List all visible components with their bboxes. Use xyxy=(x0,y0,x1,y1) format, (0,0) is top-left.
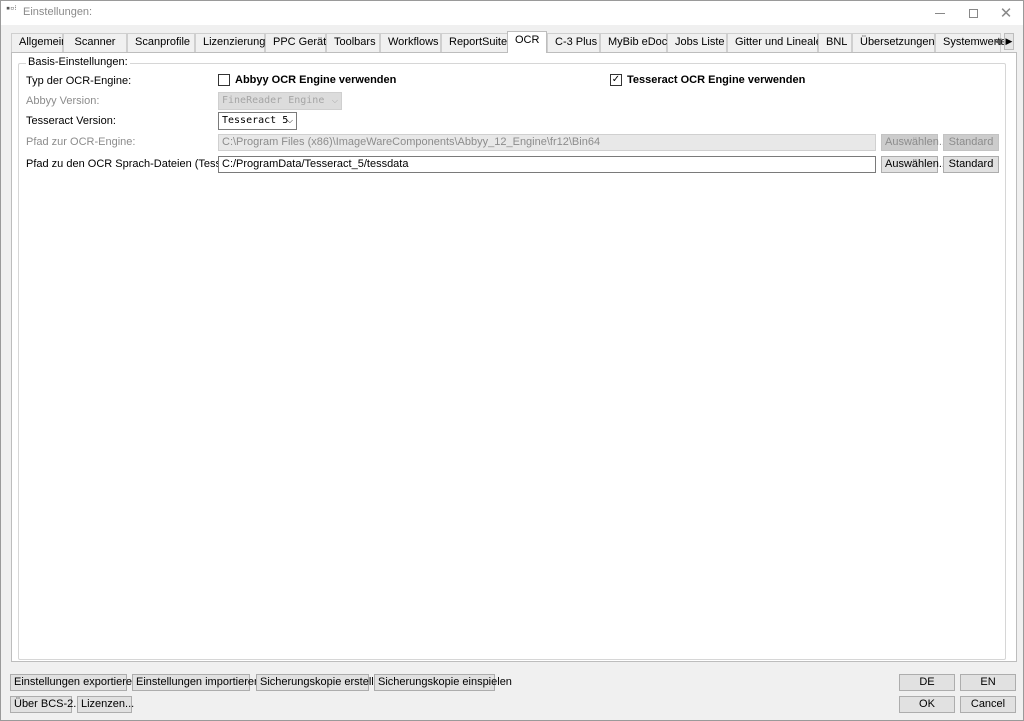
tesseract-version-select[interactable]: Tesseract 5 ⌵ xyxy=(218,112,297,130)
tesseract-checkbox-row[interactable]: ✓ Tesseract OCR Engine verwenden xyxy=(610,74,805,86)
lang-path-browse-button[interactable]: Auswählen... xyxy=(881,156,948,173)
basis-settings-group xyxy=(18,63,1006,660)
abbyy-checkbox-label: Abbyy OCR Engine verwenden xyxy=(235,74,397,86)
language-en-button[interactable]: EN xyxy=(960,674,1016,691)
ocr-tab-panel: Basis-Einstellungen: Typ der OCR-Engine:… xyxy=(11,52,1017,662)
tab-gitter-und-lineale[interactable]: Gitter und Lineale xyxy=(727,33,822,52)
tab-scanprofile[interactable]: Scanprofile xyxy=(127,33,195,52)
window-title: Einstellungen: xyxy=(23,6,93,18)
tab-ocr[interactable]: OCR xyxy=(507,31,547,53)
cancel-button[interactable]: Cancel xyxy=(960,696,1016,713)
group-title: Basis-Einstellungen: xyxy=(26,56,130,68)
tab-reportsuite[interactable]: ReportSuite xyxy=(441,33,509,52)
licenses-button[interactable]: Lizenzen... xyxy=(77,696,134,713)
settings-window: ▪▫⁝ Einstellungen: ✕ Allgemein Scanner S… xyxy=(0,0,1024,721)
tab-bnl[interactable]: BNL xyxy=(818,33,852,52)
tab-uebersetzungen[interactable]: Übersetzungen xyxy=(852,33,935,52)
tab-systemwerte[interactable]: Systemwerte xyxy=(935,33,1007,52)
tesseract-version-value: Tesseract 5 xyxy=(222,115,289,126)
ok-button[interactable]: OK xyxy=(899,696,955,713)
engine-path-standard-button[interactable]: Standard xyxy=(943,134,999,151)
about-button[interactable]: Über BCS-2... xyxy=(10,696,82,713)
tab-mybib-edoc[interactable]: MyBib eDoc xyxy=(600,33,667,52)
minimize-icon xyxy=(935,12,945,14)
language-de-button[interactable]: DE xyxy=(899,674,955,691)
import-settings-button[interactable]: Einstellungen importieren... xyxy=(132,674,269,691)
tab-jobs-liste[interactable]: Jobs Liste xyxy=(667,33,727,52)
tab-allgemein[interactable]: Allgemein xyxy=(11,33,67,52)
minimize-button[interactable] xyxy=(923,1,957,25)
create-backup-button[interactable]: Sicherungskopie erstellen xyxy=(256,674,386,691)
maximize-icon xyxy=(968,8,978,18)
tab-ppc-geraet[interactable]: PPC Gerät xyxy=(265,33,326,52)
lang-path-standard-button[interactable]: Standard xyxy=(943,156,999,173)
tab-lizenzierung[interactable]: Lizenzierung xyxy=(195,33,265,52)
tab-scroll-left-icon[interactable]: ◀ xyxy=(993,33,1003,50)
tesseract-version-label: Tesseract Version: xyxy=(26,115,116,127)
restore-backup-button[interactable]: Sicherungskopie einspielen xyxy=(374,674,512,691)
tab-workflows[interactable]: Workflows xyxy=(380,33,441,52)
engine-path-browse-button[interactable]: Auswählen... xyxy=(881,134,948,151)
abbyy-version-label: Abbyy Version: xyxy=(26,95,100,107)
tesseract-checkbox[interactable]: ✓ xyxy=(610,74,622,86)
close-icon: ✕ xyxy=(999,4,1013,22)
maximize-button[interactable] xyxy=(956,1,990,25)
tab-scroll-right-icon[interactable]: ▶ xyxy=(1004,33,1014,50)
engine-path-field[interactable]: C:\Program Files (x86)\ImageWareComponen… xyxy=(218,134,876,151)
chevron-down-icon: ⌵ xyxy=(286,116,293,125)
abbyy-version-select[interactable]: FineReader Engine 12 ⌵ xyxy=(218,92,342,122)
tab-toolbars[interactable]: Toolbars xyxy=(326,33,380,52)
engine-type-label: Typ der OCR-Engine: xyxy=(26,75,132,87)
tab-strip: Allgemein Scanner Scanprofile Lizenzieru… xyxy=(11,31,1017,53)
engine-path-label: Pfad zur OCR-Engine: xyxy=(26,136,136,148)
title-bar: ▪▫⁝ Einstellungen: ✕ xyxy=(1,1,1023,25)
abbyy-checkbox-row[interactable]: Abbyy OCR Engine verwenden xyxy=(218,74,396,86)
tab-c3-plus[interactable]: C-3 Plus xyxy=(547,33,600,52)
tab-scanner[interactable]: Scanner xyxy=(63,33,127,52)
close-button[interactable]: ✕ xyxy=(989,1,1023,25)
app-icon: ▪▫⁝ xyxy=(6,4,17,12)
lang-path-field[interactable]: C:/ProgramData/Tesseract_5/tessdata xyxy=(218,156,876,173)
chevron-down-icon: ⌵ xyxy=(331,96,338,105)
export-settings-button[interactable]: Einstellungen exportieren... xyxy=(10,674,147,691)
tesseract-checkbox-label: Tesseract OCR Engine verwenden xyxy=(627,74,806,86)
abbyy-checkbox[interactable] xyxy=(218,74,230,86)
